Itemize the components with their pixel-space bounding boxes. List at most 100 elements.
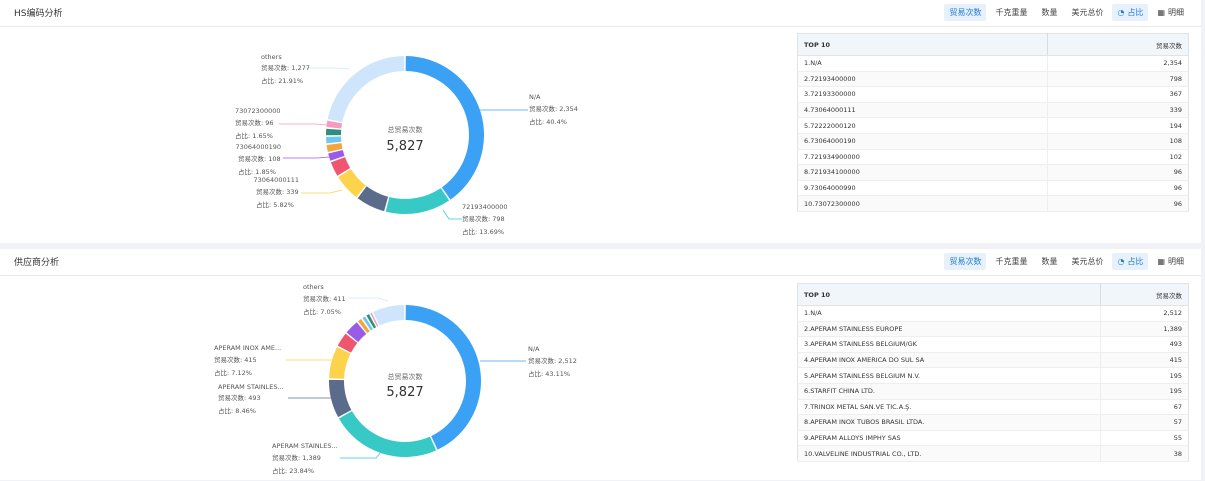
row-name: 6.73064000190: [797, 133, 1048, 150]
donut-slice-4[interactable]: [329, 347, 351, 379]
detail-view-button[interactable]: ▦ 明细: [1152, 253, 1189, 270]
center-label: 总贸易次数: [388, 372, 423, 381]
table-row: 10.73072300000 96: [797, 195, 1189, 212]
callout-ratio: 占比: 43.11%: [528, 369, 570, 378]
metric-usd-total-button[interactable]: 美元总价: [1066, 4, 1109, 21]
row-name: 2.APERAM STAINLESS EUROPE: [797, 321, 1100, 338]
donut-slice-3[interactable]: [357, 186, 389, 212]
leader-line: [348, 297, 389, 302]
callout-ratio: 占比: 13.69%: [462, 227, 504, 236]
callout-name: others: [261, 53, 282, 61]
center-label: 总贸易次数: [388, 125, 423, 134]
metric-trade-count-button[interactable]: 贸易次数: [944, 253, 987, 270]
table-row: 4.APERAM INOX AMERICA DO SUL SA 415: [797, 352, 1189, 369]
table-row: 3.APERAM STAINLESS BELGIUM/GK 493: [797, 336, 1189, 353]
metric-usd-total-button[interactable]: 美元总价: [1066, 253, 1109, 270]
callout-count: 贸易次数: 339: [256, 187, 299, 196]
callout-name: 73064000190: [236, 143, 282, 151]
metric-weight-button[interactable]: 千克重量: [990, 253, 1033, 270]
panel-header: HS编码分析 贸易次数 千克重量 数量 美元总价 ◔ 占比 ▦ 明细: [0, 0, 1201, 27]
metric-weight-button[interactable]: 千克重量: [990, 4, 1033, 21]
supplier-top10-table: TOP 10 贸易次数 1.N/A 2,512 2.APERAM STAINLES…: [797, 283, 1189, 462]
row-name: 9.APERAM ALLOYS IMPHY SAS: [797, 430, 1100, 447]
table-row: 2.APERAM STAINLESS EUROPE 1,389: [797, 321, 1189, 338]
donut-slice-3[interactable]: [329, 379, 352, 418]
leader-line: [304, 67, 350, 70]
ratio-view-button[interactable]: ◔ 占比: [1112, 4, 1149, 21]
callout-ratio: 占比: 7.05%: [303, 307, 341, 316]
row-value: 798: [1046, 71, 1189, 88]
callout-name: APERAM STAINLES...: [272, 442, 338, 450]
row-value: 38: [1099, 445, 1189, 462]
donut-slice-8[interactable]: [326, 136, 342, 144]
row-value: 2,512: [1099, 305, 1189, 322]
row-value: 96: [1046, 195, 1189, 212]
row-name: 3.APERAM STAINLESS BELGIUM/GK: [797, 336, 1100, 353]
table-row: 4.73064000111 339: [797, 102, 1189, 119]
metric-toolbar: 贸易次数 千克重量 数量 美元总价 ◔ 占比 ▦ 明细: [944, 4, 1189, 21]
row-value: 57: [1099, 414, 1189, 431]
metric-quantity-button[interactable]: 数量: [1036, 253, 1063, 270]
callout-count: 贸易次数: 2,512: [528, 356, 577, 365]
callout-name: APERAM STAINLES...: [218, 383, 284, 391]
donut-slices: [326, 56, 485, 214]
leader-line: [340, 451, 382, 459]
table-icon: ▦: [1157, 8, 1165, 17]
table-header-top10: TOP 10: [797, 283, 1100, 306]
callout-ratio: 占比: 23.84%: [272, 466, 314, 475]
callout-name: 72193400000: [462, 203, 508, 211]
table-row: 1.N/A 2,512: [797, 305, 1189, 322]
callout-count: 贸易次数: 415: [214, 355, 257, 364]
detail-view-button[interactable]: ▦ 明细: [1152, 4, 1189, 21]
row-name: 8.APERAM INOX TUBOS BRASIL LTDA.: [797, 414, 1100, 431]
callout-ratio: 占比: 5.82%: [256, 200, 294, 209]
hs-top10-table: TOP 10 贸易次数 1.N/A 2,354 2.72193400000 798 …: [797, 33, 1189, 212]
table-row: 8.APERAM INOX TUBOS BRASIL LTDA. 57: [797, 414, 1189, 431]
table-row: 10.VALVELINE INDUSTRIAL CO., LTD. 38: [797, 445, 1189, 462]
row-value: 415: [1099, 352, 1189, 369]
callout-73072300000: 73072300000 贸易次数: 96 占比: 1.65%: [235, 107, 328, 140]
callout-ratio: 占比: 7.12%: [214, 368, 252, 377]
callout-count: 贸易次数: 108: [238, 154, 281, 163]
row-value: 367: [1046, 86, 1189, 103]
donut-slice-9[interactable]: [326, 128, 342, 136]
row-name: 10.73072300000: [797, 195, 1048, 212]
row-value: 194: [1046, 117, 1189, 134]
callout-name: N/A: [529, 93, 541, 101]
ratio-label: 占比: [1127, 257, 1144, 266]
metric-quantity-button[interactable]: 数量: [1036, 4, 1063, 21]
donut-slice-10[interactable]: [326, 120, 343, 129]
table-row: 2.72193400000 798: [797, 71, 1189, 88]
callout-count: 贸易次数: 1,389: [272, 453, 321, 462]
donut-slice-11[interactable]: [327, 56, 405, 123]
donut-slice-2[interactable]: [338, 411, 437, 457]
metric-trade-count-button[interactable]: 贸易次数: [944, 4, 987, 21]
callout-count: 贸易次数: 2,354: [529, 104, 578, 113]
table-header-value[interactable]: 贸易次数: [1099, 283, 1189, 306]
row-value: 2,354: [1046, 55, 1189, 72]
ratio-label: 占比: [1127, 8, 1144, 17]
table-header-row: TOP 10 贸易次数: [797, 283, 1189, 306]
ratio-view-button[interactable]: ◔ 占比: [1112, 253, 1149, 270]
donut-slice-2[interactable]: [385, 188, 450, 214]
row-value: 55: [1099, 430, 1189, 447]
callout-ratio: 占比: 1.85%: [238, 167, 276, 176]
callout-name: APERAM INOX AME...: [214, 344, 281, 352]
donut-slices: [329, 305, 481, 457]
table-header-value[interactable]: 贸易次数: [1046, 33, 1189, 56]
table-row: 6.73064000190 108: [797, 133, 1189, 150]
callout-aperam-inox-america: APERAM INOX AME... 贸易次数: 415 占比: 7.12%: [214, 344, 336, 377]
table-row: 7.721934900000 102: [797, 149, 1189, 166]
callout-73064000190: 73064000190 贸易次数: 108 占比: 1.85%: [236, 143, 330, 176]
callout-ratio: 占比: 1.65%: [235, 131, 273, 140]
detail-label: 明细: [1168, 257, 1184, 266]
callout-count: 贸易次数: 493: [218, 393, 261, 402]
donut-slice-11[interactable]: [373, 305, 405, 326]
callout-72193400000: 72193400000 贸易次数: 798 占比: 13.69%: [442, 203, 508, 236]
callout-na: N/A 贸易次数: 2,354 占比: 40.4%: [478, 93, 578, 126]
donut-slice-4[interactable]: [338, 169, 366, 198]
leader-line: [442, 209, 462, 220]
callout-name: others: [303, 283, 324, 291]
row-value: 67: [1099, 399, 1189, 416]
donut-slice-7[interactable]: [326, 143, 343, 152]
